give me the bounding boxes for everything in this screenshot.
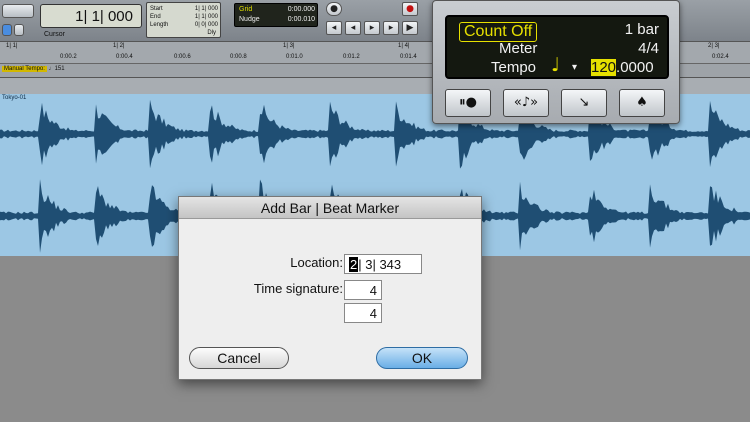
fast-forward-button[interactable]: ▸ — [364, 21, 380, 35]
tempo-conductor-icon: ↘ — [578, 95, 590, 110]
rewind-to-start-button[interactable]: ◂ — [326, 21, 342, 35]
conductor-button[interactable]: ♠ — [619, 89, 665, 117]
bar-marker: 1| 2| — [113, 43, 125, 49]
wait-for-note-icon: ⏸● — [459, 95, 477, 110]
time-marker: 0:00.4 — [116, 54, 133, 60]
meter-value: 4/4 — [638, 40, 659, 57]
tempo-conductor-button[interactable]: ↘ — [561, 89, 607, 117]
wait-for-note-button[interactable]: ⏸● — [445, 89, 491, 117]
play-button[interactable]: ▶ — [402, 21, 418, 35]
tempo-label: Tempo — [491, 59, 537, 76]
online-icon: ● — [330, 4, 338, 14]
metronome-button[interactable]: «♪» — [503, 89, 549, 117]
location-rest-text: | 3| 343 — [358, 257, 402, 272]
metronome-icon: «♪» — [513, 95, 539, 110]
tempo-frac: .0000 — [616, 59, 654, 76]
bar-marker: 1| 4| — [398, 43, 410, 49]
tempo-value[interactable]: 120.0000 — [591, 59, 654, 76]
count-off-display: Count Off 1 bar Meter 4/4 Tempo ♩ ▾ 120.… — [445, 15, 669, 79]
dly-row[interactable]: Dly — [150, 30, 220, 40]
rewind-icon: ◂ — [350, 23, 356, 33]
time-signature-numerator[interactable]: 4 — [344, 280, 382, 300]
fast-forward-icon: ▸ — [369, 23, 375, 33]
toolbar-button-left-2[interactable] — [2, 24, 12, 36]
time-marker: 0:00.6 — [174, 54, 191, 60]
time-signature-denominator[interactable]: 4 — [344, 303, 382, 323]
time-marker: 0:01.4 — [400, 54, 417, 60]
time-marker: 0:01.0 — [286, 54, 303, 60]
play-icon: ▶ — [406, 23, 414, 33]
manual-tempo-indicator: Manual Tempo: ♩151 — [2, 66, 65, 72]
cancel-button[interactable]: Cancel — [189, 347, 289, 369]
time-marker: 0:02.4 — [712, 54, 729, 60]
count-off-value: 1 bar — [624, 21, 659, 38]
conductor-icon: ♠ — [636, 95, 648, 110]
dialog-title: Add Bar | Beat Marker — [179, 197, 481, 219]
pro-tools-window: 1| 1| 000 Cursor Start 1| 1| 000 End 1| … — [0, 0, 750, 422]
time-signature-label: Time signature: — [253, 281, 343, 296]
midi-control-panel: Count Off 1 bar Meter 4/4 Tempo ♩ ▾ 120.… — [432, 0, 680, 124]
bar-marker: 1| 1| — [6, 43, 18, 49]
rewind-button[interactable]: ◂ — [345, 21, 361, 35]
location-field[interactable]: 2| 3| 343 — [344, 254, 422, 274]
manual-tempo-label: Manual Tempo: — [2, 66, 47, 72]
ok-button[interactable]: OK — [376, 347, 468, 369]
online-button[interactable]: ● — [326, 2, 342, 16]
quarter-note-icon[interactable]: ♩ — [551, 54, 560, 76]
toolbar-button-left-1[interactable] — [2, 4, 34, 18]
time-marker: 0:00.8 — [230, 54, 247, 60]
bar-marker: 2| 3| — [708, 43, 720, 49]
chevron-down-icon[interactable]: ▾ — [572, 62, 577, 73]
grid-value[interactable]: Grid 0:00.000 — [239, 6, 315, 16]
count-off-button[interactable]: Count Off — [459, 22, 538, 42]
go-to-end-button[interactable]: ▸ — [383, 21, 399, 35]
nudge-value[interactable]: Nudge 0:00.010 — [239, 16, 315, 26]
toolbar-button-left-3[interactable] — [14, 24, 24, 36]
tempo-int: 120 — [591, 59, 617, 76]
selection-indicators: Start 1| 1| 000 End 1| 1| 000 Length 0| … — [146, 2, 221, 38]
go-to-end-icon: ▸ — [388, 23, 394, 33]
add-bar-beat-marker-dialog: Add Bar | Beat Marker Location: 2| 3| 34… — [178, 196, 482, 380]
bar-marker: 1| 3| — [283, 43, 295, 49]
record-button[interactable]: ● — [402, 2, 418, 16]
grid-nudge-display: Grid 0:00.000 Nudge 0:00.010 — [234, 3, 318, 27]
meter-label[interactable]: Meter — [499, 40, 537, 57]
time-marker: 0:00.2 — [60, 54, 77, 60]
time-marker: 0:01.2 — [343, 54, 360, 60]
location-label: Location: — [290, 255, 343, 270]
location-selected-text: 2 — [349, 257, 359, 272]
main-counter[interactable]: 1| 1| 000 — [40, 4, 142, 28]
cursor-label: Cursor — [44, 31, 66, 38]
manual-tempo-value: 151 — [54, 66, 65, 72]
transport-controls: ● ◂ ◂ ▸ ▸ ● ▶ — [326, 2, 418, 38]
record-icon: ● — [406, 4, 414, 14]
region-name: Tokyo-01 — [2, 95, 27, 101]
dly-label: Dly — [207, 30, 216, 36]
return-to-zero-icon: ◂ — [331, 23, 337, 33]
